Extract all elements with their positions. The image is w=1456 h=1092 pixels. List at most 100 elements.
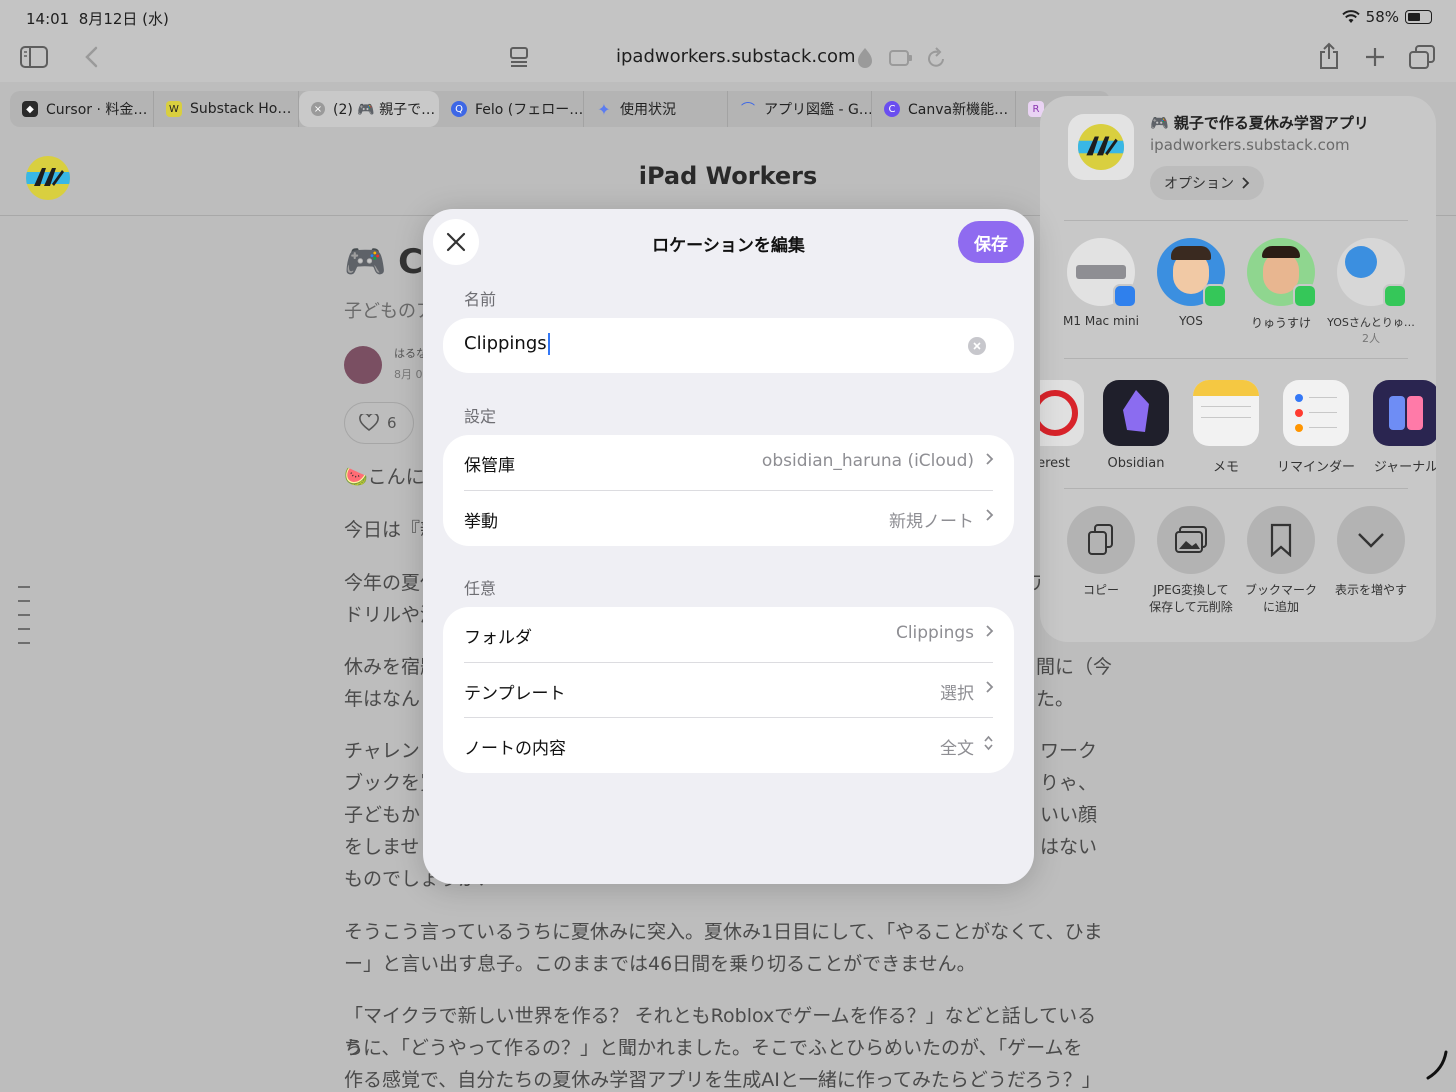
toc-icon[interactable]: [18, 586, 30, 656]
tab-bar: ◆ Cursor · 料金… W Substack Ho… × (2) 🎮 親子…: [10, 91, 1110, 127]
sparkle-favicon: ✦: [597, 99, 611, 119]
back-chevron-icon[interactable]: [84, 46, 98, 68]
pinterest-icon: [1040, 380, 1084, 446]
share-target-ryusuke[interactable]: りゅうすけ: [1236, 238, 1326, 331]
group-avatar: [1337, 238, 1407, 308]
row-value: 選択: [940, 684, 974, 704]
paragraph-6a: そうこう言っているうちに夏休みに突入。夏休み1日目にして、「やることがなくて、ひ…: [344, 921, 1103, 943]
like-button[interactable]: 6: [344, 402, 414, 444]
app-notes[interactable]: メモ: [1181, 380, 1271, 475]
chevron-right-icon: [1242, 177, 1250, 189]
reload-icon[interactable]: [926, 47, 946, 69]
app-name: ジャーナル: [1373, 460, 1436, 475]
share-target-group[interactable]: YOSさんとりゅ… 2人: [1326, 238, 1416, 346]
tab-substack[interactable]: W Substack Ho…: [154, 91, 299, 127]
person-name: YOSさんとりゅ…: [1327, 316, 1415, 329]
paragraph-6b: ー」と言い出す息子。このままでは46日間を乗り切ることができません。: [344, 953, 976, 975]
row-label: フォルダ: [464, 628, 532, 648]
row-behavior[interactable]: 挙動 新規ノート: [443, 491, 1014, 546]
journal-icon: [1373, 380, 1436, 446]
app-journal[interactable]: ジャーナル: [1361, 380, 1436, 475]
clear-icon: [973, 342, 981, 350]
rainbow-favicon: ⌒: [741, 102, 755, 118]
chevron-right-icon: [986, 625, 994, 637]
action-copy[interactable]: コピー: [1056, 506, 1146, 599]
tab-label: Canva新機能…: [908, 102, 1009, 118]
mac-mini-icon: [1067, 238, 1137, 308]
edit-location-modal: ロケーションを編集 保存 名前 Clippings 設定 保管庫 obsidia…: [423, 209, 1034, 884]
tab-label: Cursor · 料金…: [46, 102, 148, 118]
reader-icon[interactable]: [509, 46, 529, 68]
tab-felo[interactable]: Q Felo (フェロー…: [439, 91, 584, 127]
app-obsidian[interactable]: Obsidian: [1091, 380, 1181, 471]
canva-favicon: C: [884, 101, 900, 117]
browser-toolbar: ipadworkers.substack.com: [0, 34, 1456, 82]
person-name: りゅうすけ: [1250, 316, 1311, 330]
action-jpeg[interactable]: JPEG変換して 保存して元削除: [1146, 506, 1236, 616]
divider: [1064, 488, 1408, 489]
section-label-settings: 設定: [464, 407, 497, 426]
app-name: Obsidian: [1107, 456, 1165, 471]
action-label: JPEG変換して: [1153, 583, 1229, 597]
extension-icon[interactable]: [889, 48, 913, 68]
row-note-content[interactable]: ノートの内容 全文: [443, 718, 1014, 773]
substack-favicon: W: [166, 101, 182, 117]
action-label: コピー: [1082, 583, 1119, 597]
tab-canva[interactable]: C Canva新機能…: [872, 91, 1016, 127]
app-name: リマインダー: [1276, 460, 1355, 475]
close-tab-icon[interactable]: ×: [311, 102, 325, 116]
save-button[interactable]: 保存: [958, 221, 1024, 263]
tab-cursor[interactable]: ◆ Cursor · 料金…: [10, 91, 154, 127]
tabs-overview-icon[interactable]: [1408, 44, 1436, 70]
clear-text-button[interactable]: [968, 337, 986, 355]
sidebar-icon[interactable]: [20, 46, 48, 68]
name-field[interactable]: Clippings: [443, 318, 1014, 373]
notes-icon: [1193, 380, 1259, 446]
person-note: 2人: [1362, 332, 1380, 345]
messages-icon: [1383, 284, 1407, 308]
privacy-icon[interactable]: [856, 47, 874, 69]
name-input[interactable]: Clippings: [464, 333, 550, 355]
share-target-mac[interactable]: M1 Mac mini: [1056, 238, 1146, 328]
text-caret: [547, 333, 550, 355]
row-folder[interactable]: フォルダ Clippings: [443, 607, 1014, 662]
url-field[interactable]: ipadworkers.substack.com: [616, 46, 856, 67]
app-pinterest[interactable]: terest: [1040, 380, 1096, 471]
row-vault[interactable]: 保管庫 obsidian_haruna (iCloud): [443, 435, 1014, 490]
settings-group: 保管庫 obsidian_haruna (iCloud) 挙動 新規ノート: [443, 435, 1014, 546]
heart-icon: [359, 414, 379, 432]
row-value: obsidian_haruna (iCloud): [761, 451, 974, 471]
options-button[interactable]: オプション: [1150, 166, 1264, 200]
share-sheet: 🎮 親子で作る夏休み学習アプリ ipadworkers.substack.com…: [1040, 96, 1436, 642]
tab-active[interactable]: × (2) 🎮 親子で…: [299, 91, 439, 127]
like-count: 6: [387, 414, 397, 432]
share-icon[interactable]: [1318, 42, 1340, 70]
bookmark-icon: [1247, 506, 1315, 574]
status-time: 14:01 8月12日 (水): [26, 10, 169, 28]
person-name: YOS: [1179, 314, 1203, 328]
tab-label: 使用状況: [620, 102, 676, 118]
avatar: [1157, 238, 1227, 308]
pencil-hover-icon: [1426, 1050, 1448, 1080]
options-label: オプション: [1164, 176, 1234, 192]
paragraph-5c-right: いい顔: [1040, 804, 1098, 826]
share-preview-icon: [1068, 114, 1134, 180]
felo-favicon: Q: [451, 101, 467, 117]
row-template[interactable]: テンプレート 選択: [443, 663, 1014, 718]
tab-usage[interactable]: ✦ 使用状況: [584, 91, 728, 127]
share-target-yos[interactable]: YOS: [1146, 238, 1236, 328]
status-right: 58%: [1341, 8, 1432, 26]
new-tab-icon[interactable]: [1364, 46, 1386, 68]
section-label-name: 名前: [464, 290, 497, 309]
divider: [1064, 220, 1408, 221]
reminders-icon: [1283, 380, 1349, 446]
app-reminders[interactable]: リマインダー: [1271, 380, 1361, 475]
action-bookmark[interactable]: ブックマーク に追加: [1236, 506, 1326, 616]
tab-label: Felo (フェロー…: [475, 102, 584, 118]
action-more[interactable]: 表示を増やす: [1326, 506, 1416, 599]
chevron-right-icon: [986, 681, 994, 693]
tab-app-zukan[interactable]: ⌒ アプリ図鑑 - G…: [728, 91, 872, 127]
author-avatar[interactable]: [344, 346, 382, 384]
photos-icon: [1157, 506, 1225, 574]
status-bar: 14:01 8月12日 (水) 58%: [0, 0, 1456, 34]
